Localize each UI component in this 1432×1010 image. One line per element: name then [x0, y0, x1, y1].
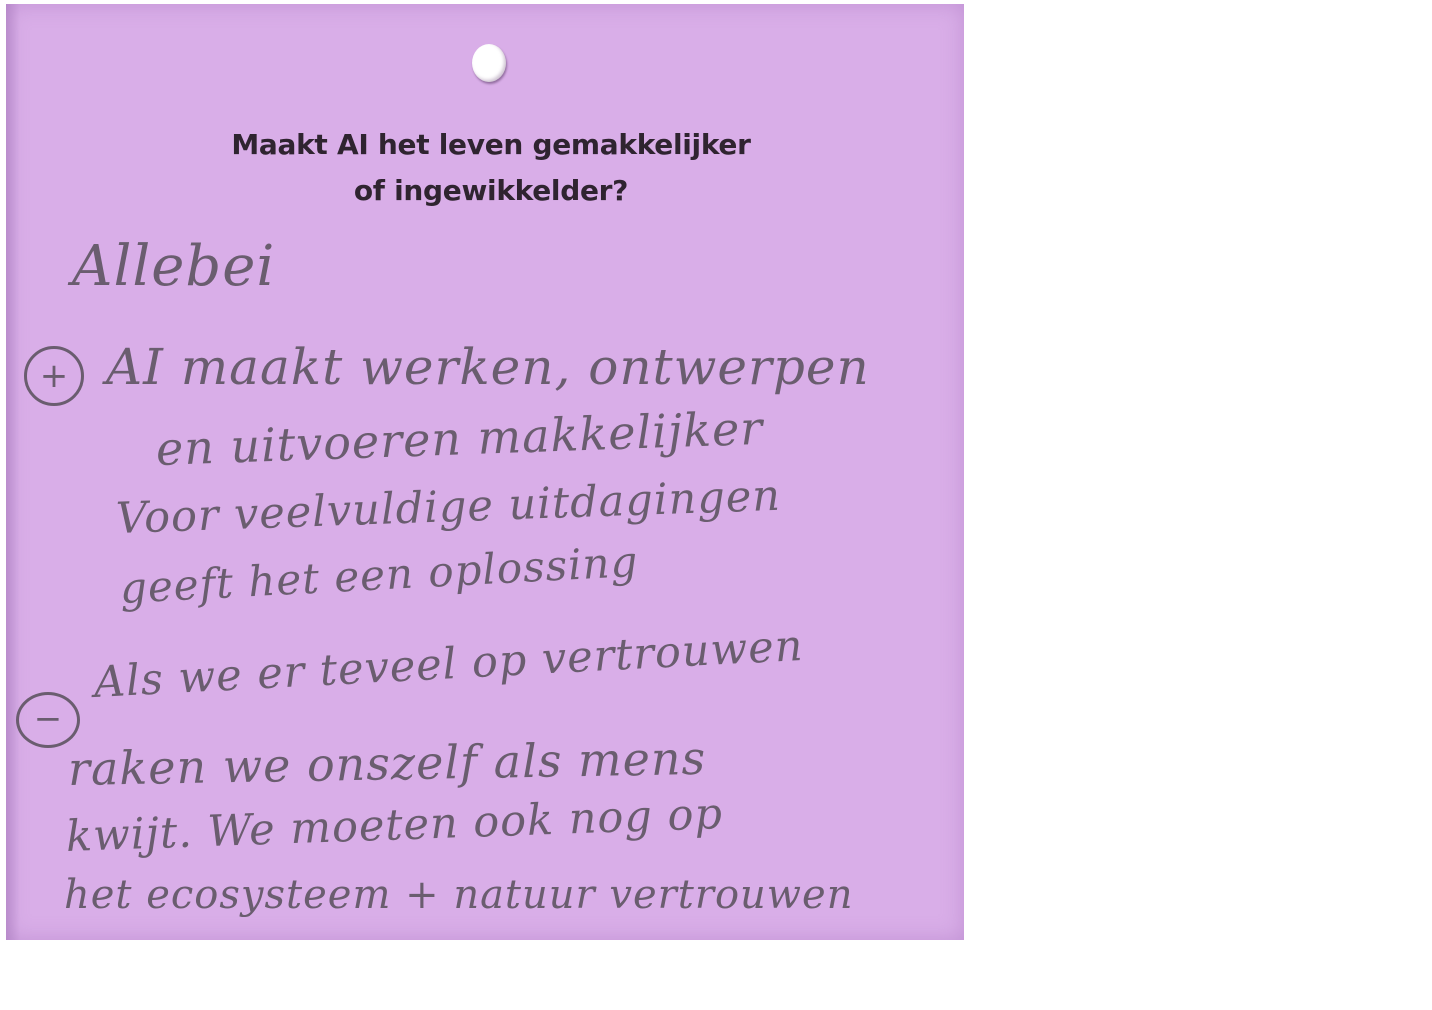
card-shadow-edge: [6, 4, 20, 940]
minus-line-1: Als we er teveel op vertrouwen: [92, 620, 805, 708]
question-line-1: Maakt AI het leven gemakkelijker: [231, 128, 751, 161]
plus-circle-icon: +: [24, 346, 84, 406]
question-heading: Maakt AI het leven gemakkelijker of inge…: [126, 122, 856, 214]
answer-title: Allebei: [72, 234, 276, 299]
plus-line-4: geeft het een oplossing: [118, 536, 640, 613]
plus-line-2: en uitvoeren makkelijker: [155, 400, 765, 476]
plus-line-3: Voor veelvuldige uitdagingen: [115, 470, 782, 544]
punch-hole: [472, 44, 506, 82]
minus-line-4: het ecosysteem + natuur vertrouwen: [64, 872, 854, 918]
minus-circle-icon: −: [16, 692, 80, 748]
minus-line-3: kwijt. We moeten ook nog op: [65, 789, 724, 862]
response-card: Maakt AI het leven gemakkelijker of inge…: [6, 4, 964, 940]
question-line-2: of ingewikkelder?: [353, 174, 629, 207]
minus-line-2: raken we onszelf als mens: [67, 730, 707, 796]
plus-line-1: AI maakt werken, ontwerpen: [106, 338, 870, 396]
